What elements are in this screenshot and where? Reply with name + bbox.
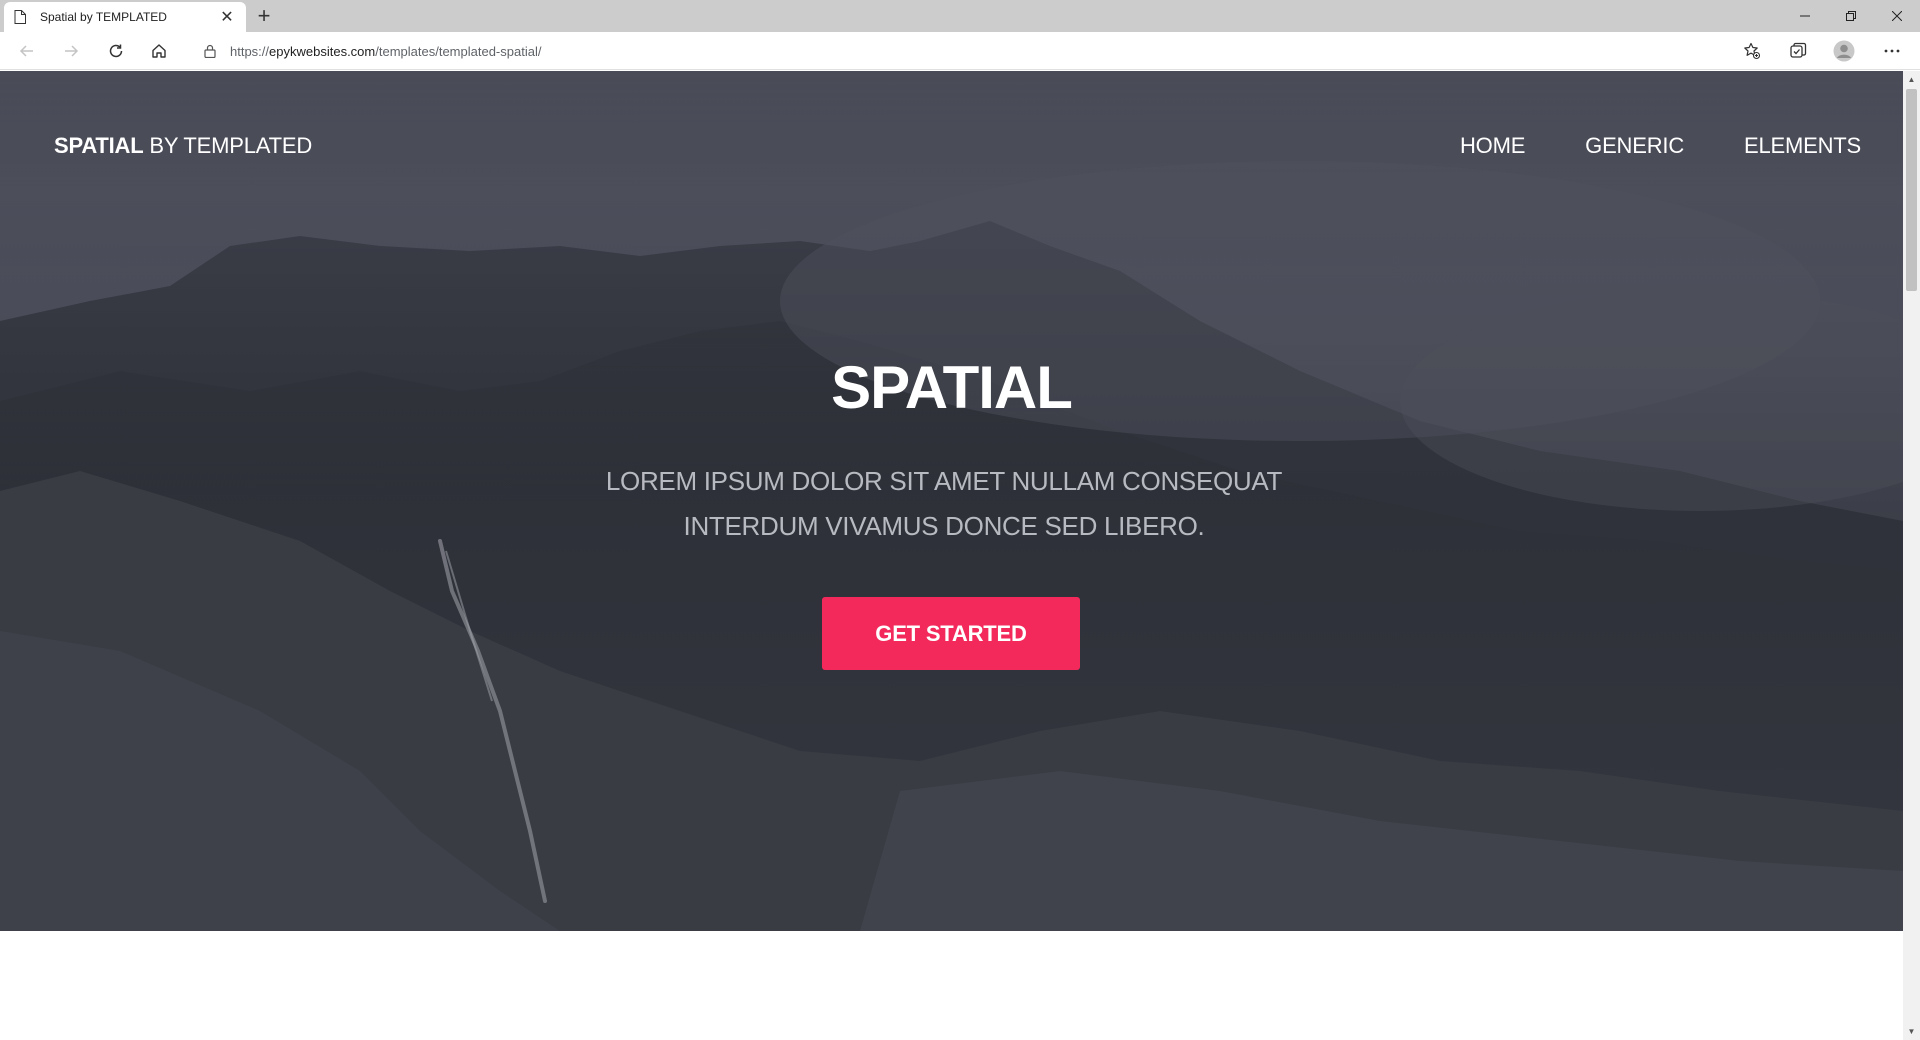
main-nav: HOME GENERIC ELEMENTS <box>1460 133 1861 159</box>
nav-item-generic[interactable]: GENERIC <box>1585 133 1684 159</box>
scroll-up-icon[interactable]: ▲ <box>1903 71 1920 88</box>
browser-tab[interactable]: Spatial by TEMPLATED ✕ <box>4 2 246 32</box>
arrow-right-icon[interactable] <box>55 37 87 65</box>
hero-title: SPATIAL <box>831 354 1073 421</box>
site-logo[interactable]: SPATIAL BY TEMPLATED <box>54 133 312 159</box>
page-viewport: SPATIAL BY TEMPLATED HOME GENERIC ELEMEN… <box>0 71 1903 1040</box>
get-started-button[interactable]: GET STARTED <box>822 597 1080 670</box>
nav-item-home[interactable]: HOME <box>1460 133 1525 159</box>
reload-icon[interactable] <box>100 37 132 65</box>
browser-toolbar: https://epykwebsites.com/templates/templ… <box>0 32 1920 70</box>
new-tab-icon[interactable]: + <box>252 3 276 28</box>
tab-title: Spatial by TEMPLATED <box>40 10 167 24</box>
profile-icon[interactable] <box>1828 37 1860 65</box>
scroll-thumb[interactable] <box>1906 89 1917 291</box>
close-window-icon[interactable] <box>1874 0 1920 32</box>
address-bar[interactable]: https://epykwebsites.com/templates/templ… <box>190 36 1762 66</box>
star-add-icon[interactable] <box>1736 37 1768 65</box>
minimize-icon[interactable] <box>1782 0 1828 32</box>
url-text: https://epykwebsites.com/templates/templ… <box>230 43 542 59</box>
lock-icon[interactable] <box>202 43 218 59</box>
close-tab-icon[interactable]: ✕ <box>218 8 236 26</box>
page-scrollbar[interactable]: ▲ ▼ <box>1903 71 1920 1040</box>
page-icon <box>14 9 28 25</box>
home-icon[interactable] <box>143 37 175 65</box>
scroll-down-icon[interactable]: ▼ <box>1903 1023 1920 1040</box>
browser-tab-strip: Spatial by TEMPLATED ✕ + <box>0 0 1920 32</box>
hero-banner: SPATIAL BY TEMPLATED HOME GENERIC ELEMEN… <box>0 71 1903 931</box>
more-icon[interactable] <box>1876 37 1908 65</box>
restore-icon[interactable] <box>1828 0 1874 32</box>
hero-subtitle: LOREM IPSUM DOLOR SIT AMET NULLAM CONSEQ… <box>605 466 1283 541</box>
collections-icon[interactable] <box>1782 37 1814 65</box>
arrow-left-icon[interactable] <box>11 37 43 65</box>
nav-item-elements[interactable]: ELEMENTS <box>1744 133 1861 159</box>
